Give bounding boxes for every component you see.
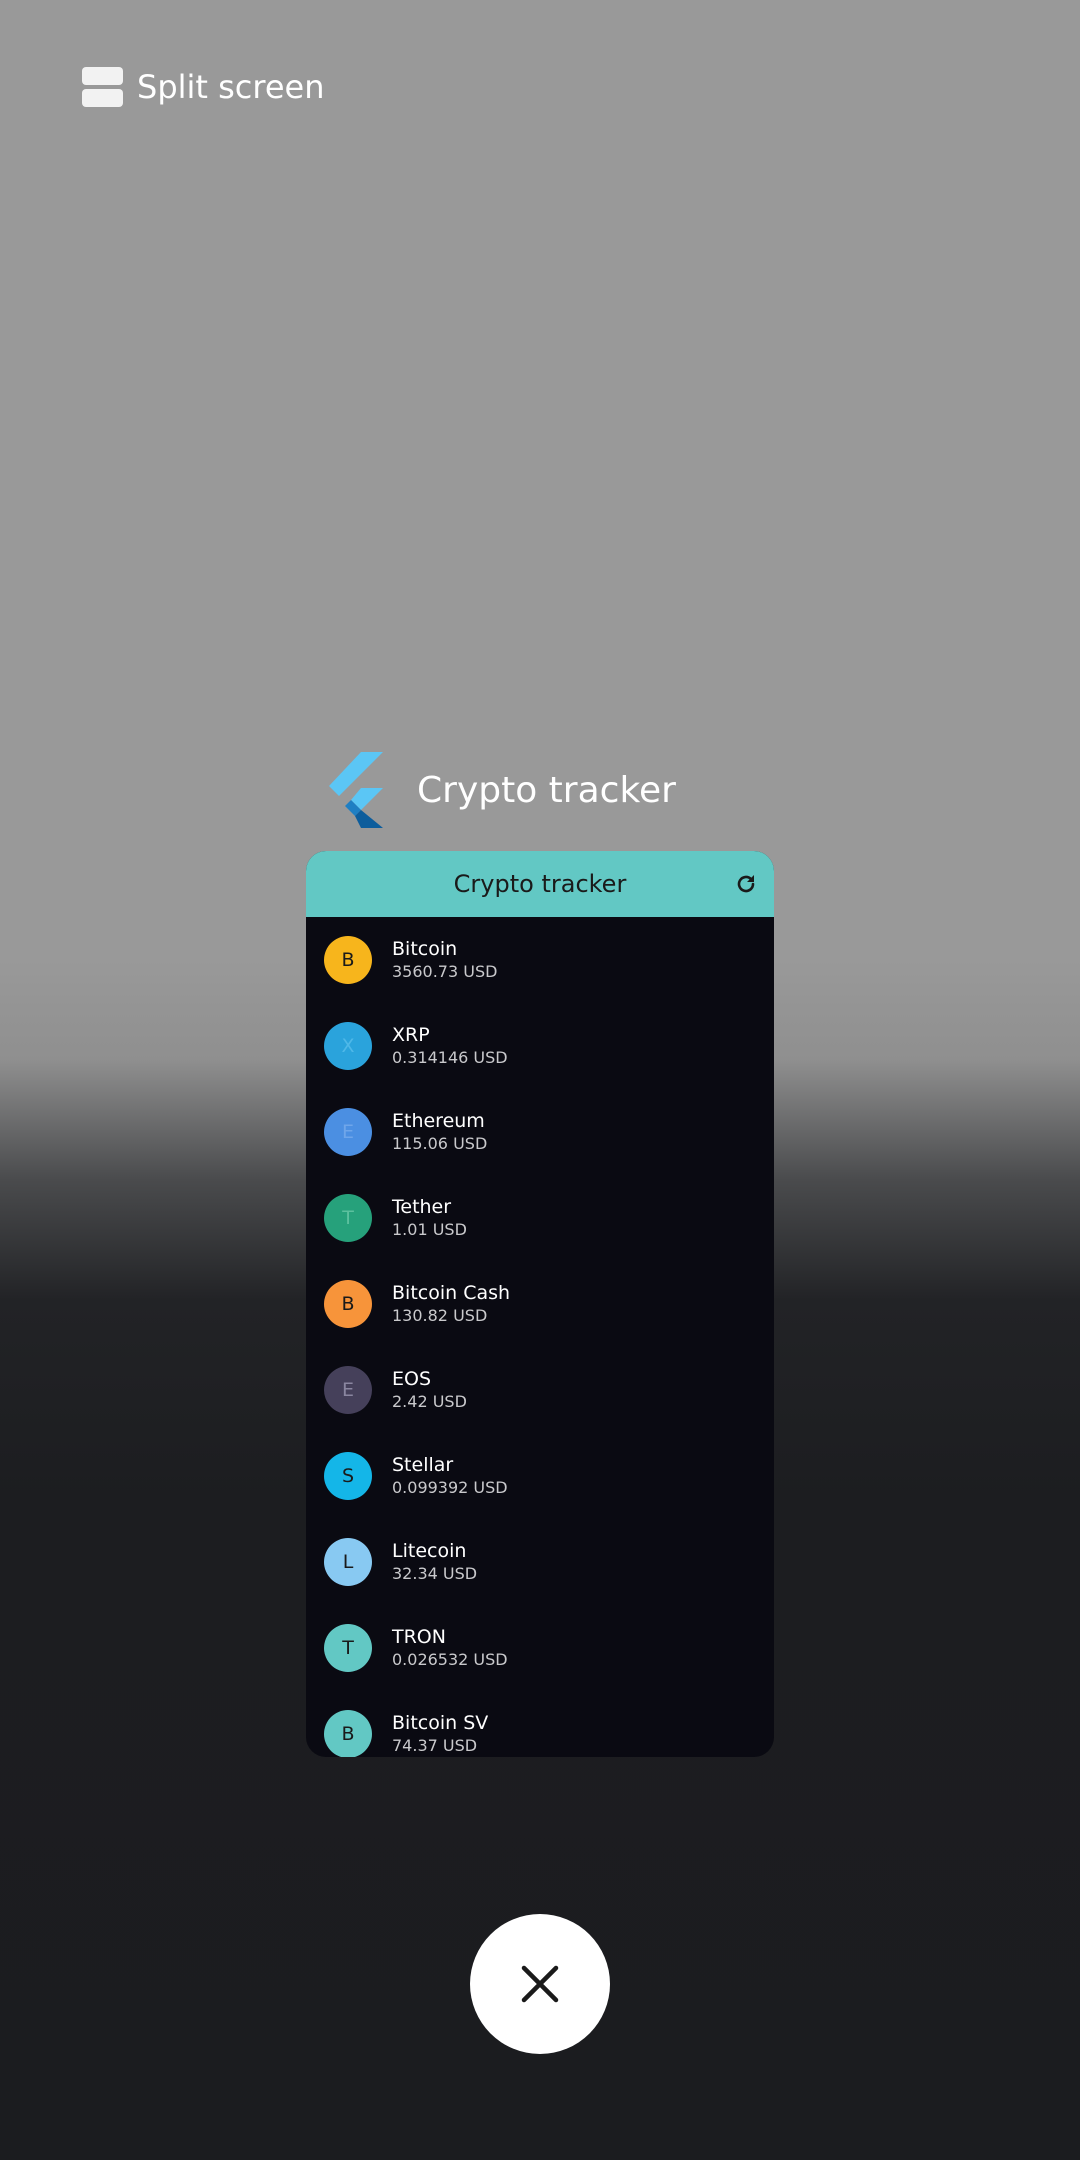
coin-price: 115.06 USD	[392, 1134, 488, 1153]
app-bar: Crypto tracker	[306, 851, 774, 917]
coin-name: EOS	[392, 1368, 432, 1390]
close-icon	[521, 1965, 559, 2003]
coin-text: Bitcoin Cash 130.82 USD	[392, 1281, 510, 1327]
list-item[interactable]: E Ethereum 115.06 USD	[306, 1089, 774, 1175]
app-bar-title: Crypto tracker	[453, 870, 627, 898]
coin-list: B Bitcoin 3560.73 USD X XRP 0.314146 USD E Ethe…	[306, 917, 774, 1757]
coin-text: TRON 0.026532 USD	[392, 1625, 508, 1671]
coin-name: TRON	[392, 1626, 446, 1648]
split-screen-icon	[82, 67, 123, 107]
coin-avatar: T	[324, 1624, 372, 1672]
coin-price: 2.42 USD	[392, 1392, 467, 1411]
coin-name: Bitcoin	[392, 938, 458, 960]
coin-name: Stellar	[392, 1454, 454, 1476]
list-item[interactable]: T TRON 0.026532 USD	[306, 1605, 774, 1691]
coin-name: Tether	[392, 1196, 452, 1218]
list-item[interactable]: T Tether 1.01 USD	[306, 1175, 774, 1261]
recent-app-header[interactable]: Crypto tracker	[325, 752, 676, 828]
coin-avatar: T	[324, 1194, 372, 1242]
list-item[interactable]: B Bitcoin Cash 130.82 USD	[306, 1261, 774, 1347]
coin-price: 0.314146 USD	[392, 1048, 508, 1067]
coin-price: 130.82 USD	[392, 1306, 488, 1325]
coin-avatar: B	[324, 1710, 372, 1757]
coin-avatar: E	[324, 1108, 372, 1156]
refresh-icon[interactable]	[734, 872, 758, 896]
list-item[interactable]: L Litecoin 32.34 USD	[306, 1519, 774, 1605]
coin-text: Bitcoin SV 74.37 USD	[392, 1711, 488, 1757]
coin-avatar: B	[324, 936, 372, 984]
list-item[interactable]: E EOS 2.42 USD	[306, 1347, 774, 1433]
coin-avatar: L	[324, 1538, 372, 1586]
coin-text: Litecoin 32.34 USD	[392, 1539, 477, 1585]
coin-price: 74.37 USD	[392, 1736, 478, 1755]
app-preview-card[interactable]: Crypto tracker B Bitcoin 3560.73 USD X XRP 0.…	[306, 851, 774, 1757]
coin-text: Tether 1.01 USD	[392, 1195, 467, 1241]
split-screen-button[interactable]: Split screen	[82, 64, 325, 110]
coin-text: EOS 2.42 USD	[392, 1367, 467, 1413]
coin-text: Stellar 0.099392 USD	[392, 1453, 508, 1499]
app-title: Crypto tracker	[417, 769, 676, 811]
coin-name: Bitcoin SV	[392, 1712, 489, 1734]
coin-text: XRP 0.314146 USD	[392, 1023, 508, 1069]
coin-name: XRP	[392, 1024, 430, 1046]
coin-name: Litecoin	[392, 1540, 467, 1562]
list-item[interactable]: S Stellar 0.099392 USD	[306, 1433, 774, 1519]
coin-price: 3560.73 USD	[392, 962, 498, 981]
coin-price: 1.01 USD	[392, 1220, 467, 1239]
list-item[interactable]: X XRP 0.314146 USD	[306, 1003, 774, 1089]
flutter-app-icon	[329, 752, 383, 828]
coin-name: Bitcoin Cash	[392, 1282, 511, 1304]
coin-price: 0.099392 USD	[392, 1478, 508, 1497]
list-item[interactable]: B Bitcoin SV 74.37 USD	[306, 1691, 774, 1757]
coin-name: Ethereum	[392, 1110, 485, 1132]
coin-avatar: E	[324, 1366, 372, 1414]
coin-price: 0.026532 USD	[392, 1650, 508, 1669]
coin-price: 32.34 USD	[392, 1564, 478, 1583]
coin-avatar: B	[324, 1280, 372, 1328]
close-all-button[interactable]	[470, 1914, 610, 2054]
list-item[interactable]: B Bitcoin 3560.73 USD	[306, 917, 774, 1003]
coin-text: Ethereum 115.06 USD	[392, 1109, 487, 1155]
coin-text: Bitcoin 3560.73 USD	[392, 937, 497, 983]
split-screen-label: Split screen	[137, 68, 325, 106]
coin-avatar: S	[324, 1452, 372, 1500]
coin-avatar: X	[324, 1022, 372, 1070]
